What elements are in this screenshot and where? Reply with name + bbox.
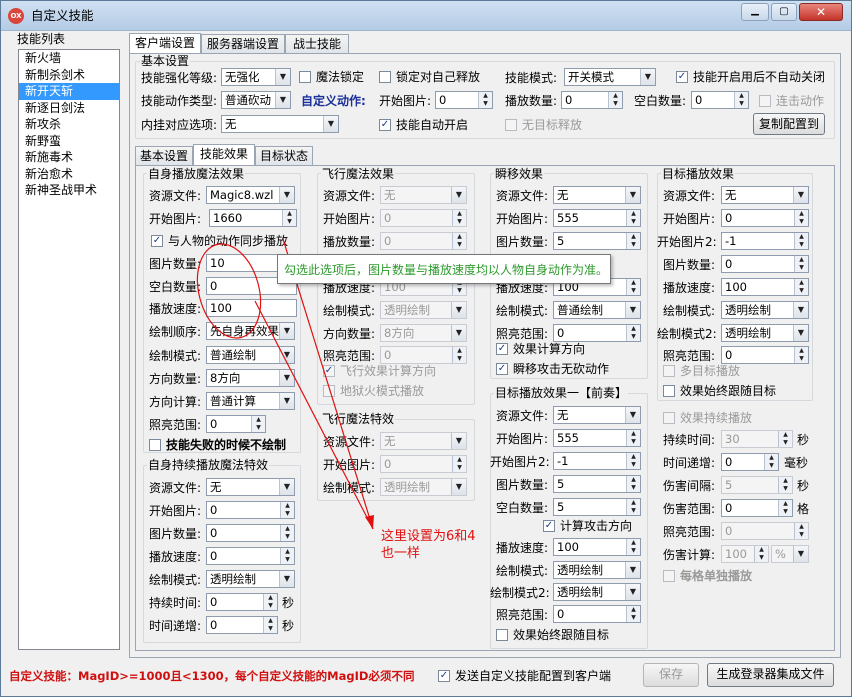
annotation-ellipse [196,243,262,339]
annotation-text-2: 也一样 [381,546,421,561]
tooltip-text: 勾选此选项后，图片数量与播放速度均以人物自身动作为准。 [284,263,609,277]
annotation-arrow-line [254,300,374,530]
annotation-overlay [196,238,374,530]
magid-note: 自定义技能：MagID>=1000且<1300，每个自定义技能的MagID必须不… [9,669,415,683]
send-config-checkbox[interactable]: ✓ 发送自定义技能配置到客户端 [438,669,611,683]
send-config-label: 发送自定义技能配置到客户端 [455,669,612,683]
save-button[interactable]: 保存 [643,663,699,687]
main-window: OX 自定义技能 ▁ ▢ ✕ 技能列表 新火墙 新制杀剑术 新开天斩 新逐日剑法 新攻杀… [0,0,852,697]
annotation-text-1: 这里设置为6和4 [381,529,476,544]
tooltip: 勾选此选项后，图片数量与播放速度均以人物自身动作为准。 [277,254,611,284]
generate-login-file-button[interactable]: 生成登录器集成文件 [707,663,834,687]
check-icon: ✓ [438,670,450,682]
annotation-arrowhead [365,515,374,529]
